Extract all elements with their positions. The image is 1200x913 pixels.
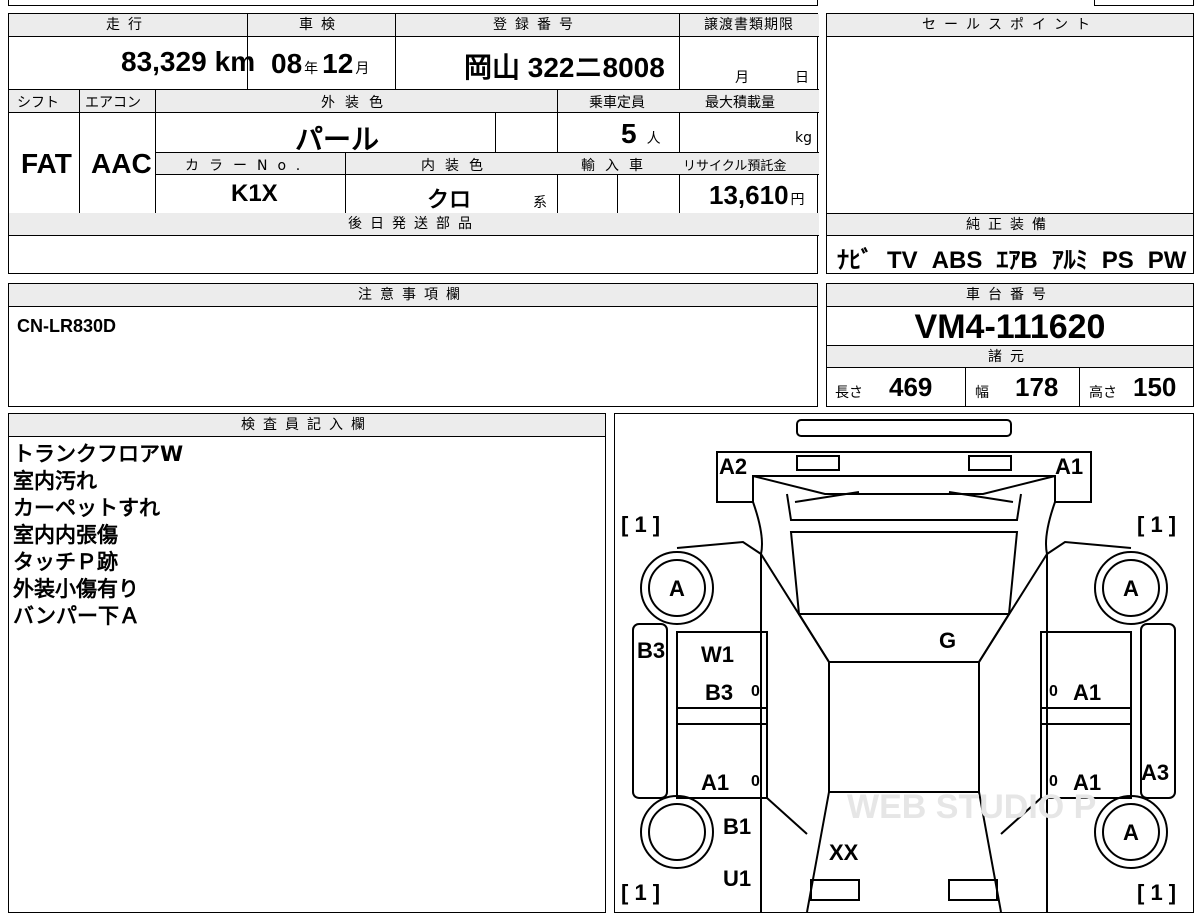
- vehicle-info-table: 走行 車検 登録番号 譲渡書類期限 83,329 km 08 年 12 月 岡山 322…: [8, 13, 819, 274]
- diagram-bracket-tr: [ 1 ]: [1137, 512, 1176, 537]
- diagram-label-b3-left: B3: [637, 638, 665, 663]
- inspector-note: カーペットすれ: [13, 496, 160, 520]
- diagram-label-xx: XX: [829, 840, 859, 865]
- diagram-label-b1: B1: [723, 814, 751, 839]
- genuine-equipment-item: ｴｱB: [996, 247, 1038, 274]
- shift-value: FAT: [21, 148, 72, 179]
- genuine-equipment-item: TV: [887, 247, 918, 274]
- diagram-label-g: G: [939, 628, 956, 653]
- length-label: 長さ: [835, 385, 863, 401]
- diagram-label-w1: W1: [701, 642, 734, 667]
- inspector-panel: 検査員記入欄 トランクフロアW 室内汚れカーペットすれ 室内内張傷タッチＰ跡外装小傷…: [8, 413, 606, 913]
- later-parts-header: 後日発送部品: [9, 213, 819, 236]
- genuine-equipment-item: ﾅﾋﾞ: [837, 247, 873, 274]
- transfer-month: 月: [735, 70, 749, 86]
- inspector-note: タッチＰ跡: [13, 550, 118, 574]
- transfer-deadline-header: 譲渡書類期限: [679, 14, 819, 37]
- inspection-value: 08 年 12 月: [271, 48, 370, 79]
- diagram-label-a1-top: A1: [1055, 454, 1083, 479]
- diagram-tire-fl: A: [669, 576, 685, 601]
- transfer-day: 日: [795, 70, 809, 86]
- mileage-value: 83,329 km: [121, 46, 256, 77]
- diagram-tire-rr: A: [1123, 820, 1139, 845]
- top-strip-right: [1094, 0, 1194, 6]
- recycle-value: 13,610 円: [709, 180, 805, 210]
- diagram-label-a2: A2: [719, 454, 747, 479]
- genuine-equipment-item: PS: [1101, 247, 1134, 274]
- aircon-value: AAC: [91, 148, 152, 179]
- mileage-header: 走行: [9, 14, 247, 37]
- width-label: 幅: [975, 385, 989, 401]
- inspector-note: 室内内張傷: [13, 523, 118, 547]
- inspection-header: 車検: [247, 14, 395, 37]
- interior-color-suffix: 系: [533, 195, 547, 211]
- genuine-equipment-list: ﾅﾋﾞ TV ABS ｴｱB ｱﾙﾐ PS PW: [837, 240, 1200, 275]
- inspector-header: 検査員記入欄: [9, 414, 605, 437]
- inspector-note: 外装小傷有り: [13, 577, 139, 601]
- sales-point-header: セールスポイント: [827, 14, 1193, 37]
- inspector-note: バンパー下Ａ: [13, 604, 141, 628]
- notes-value: CN-LR830D: [17, 316, 117, 336]
- capacity-value: 5人: [621, 118, 661, 149]
- genuine-equipment-item: ｱﾙﾐ: [1051, 247, 1088, 274]
- genuine-equipment-header: 純正装備: [827, 213, 1193, 236]
- car-diagram: A2 A1 [ 1 ] [ 1 ] A A B3 W1 G B3 0 0 A1 …: [621, 419, 1176, 912]
- color-no-header: カラーNo.: [185, 158, 311, 174]
- diagram-label-u1: U1: [723, 866, 751, 891]
- notes-header: 注意事項欄: [9, 284, 817, 307]
- shift-header: シフト: [17, 95, 59, 111]
- capacity-header: 乗車定員: [589, 95, 645, 111]
- color-no-value: K1X: [231, 180, 278, 207]
- inspector-notes-list: トランクフロアW 室内汚れカーペットすれ 室内内張傷タッチＰ跡外装小傷有り バンパー下…: [13, 441, 183, 630]
- interior-color-header: 内装色: [421, 158, 493, 174]
- diagram-bracket-bl: [ 1 ]: [621, 880, 660, 905]
- diagram-bracket-br: [ 1 ]: [1137, 880, 1176, 905]
- sales-point-panel: セールスポイント 純正装備 ﾅﾋﾞ TV ABS ｴｱB ｱﾙﾐ PS PW: [826, 13, 1194, 274]
- height-value: 150: [1133, 372, 1177, 402]
- exterior-color-header: 外装色: [321, 95, 393, 111]
- diagram-label-a1-lr: A1: [701, 770, 729, 795]
- diagram-label-a1-rf: A1: [1073, 680, 1101, 705]
- genuine-equipment-item: ABS: [931, 247, 983, 274]
- recycle-header: リサイクル預託金: [683, 159, 787, 174]
- specs-header: 諸元: [827, 345, 1193, 368]
- max-load-header: 最大積載量: [705, 95, 775, 111]
- car-diagram-panel: A2 A1 [ 1 ] [ 1 ] A A B3 W1 G B3 0 0 A1 …: [614, 413, 1194, 913]
- inspector-note: 室内汚れ: [13, 469, 97, 493]
- chassis-number: VM4-111620: [914, 308, 1106, 346]
- chassis-panel: 車台番号 VM4-111620 諸元 長さ 469 幅 178 高さ 150: [826, 283, 1194, 407]
- aircon-header: エアコン: [85, 95, 141, 111]
- import-header: 輸入車: [581, 158, 653, 174]
- diagram-zero-1: 0: [751, 683, 760, 700]
- width-value: 178: [1015, 372, 1059, 402]
- length-value: 469: [889, 372, 933, 402]
- diagram-label-a3: A3: [1141, 760, 1169, 785]
- top-strip-left: [8, 0, 818, 6]
- diagram-zero-3: 0: [751, 773, 760, 790]
- registration-value: 岡山 322ニ8008: [464, 52, 665, 83]
- diagram-zero-2: 0: [1049, 683, 1058, 700]
- registration-header: 登録番号: [395, 14, 679, 37]
- inspector-note: トランクフロアW: [13, 442, 184, 466]
- notes-panel: 注意事項欄 CN-LR830D: [8, 283, 818, 407]
- diagram-label-b3-door: B3: [705, 680, 733, 705]
- chassis-header: 車台番号: [827, 284, 1193, 307]
- max-load-unit: kg: [795, 130, 812, 146]
- diagram-tire-fr: A: [1123, 576, 1139, 601]
- diagram-bracket-tl: [ 1 ]: [621, 512, 660, 537]
- genuine-equipment-item: PW: [1147, 247, 1187, 274]
- height-label: 高さ: [1089, 385, 1117, 401]
- watermark: WEB STUDIO P: [847, 788, 1096, 826]
- interior-color-value: クロ: [427, 187, 472, 212]
